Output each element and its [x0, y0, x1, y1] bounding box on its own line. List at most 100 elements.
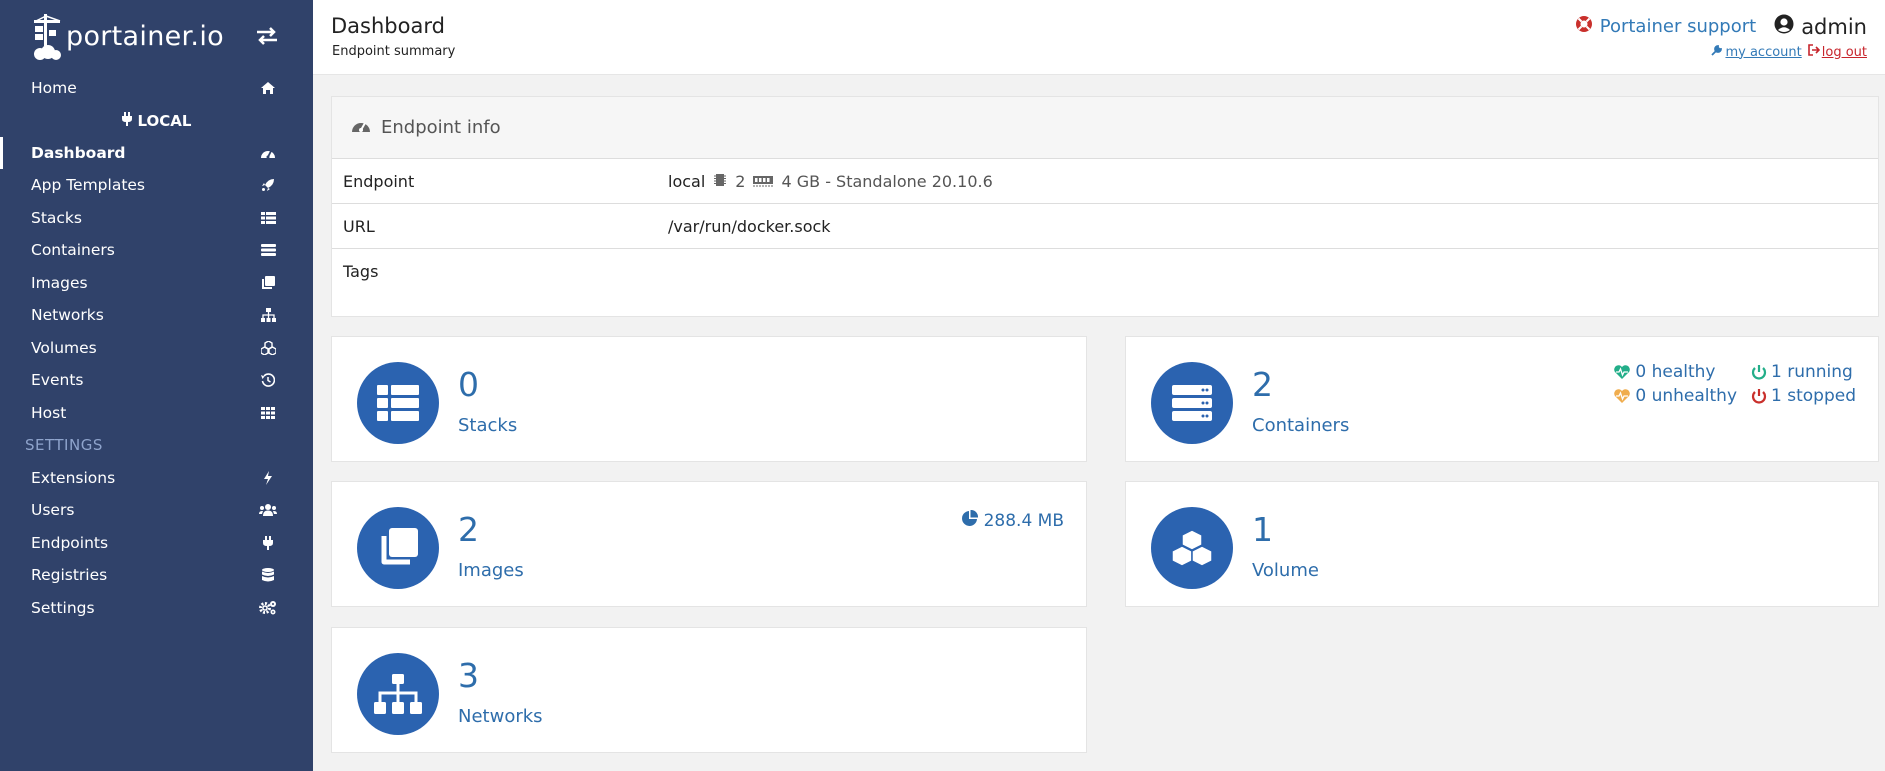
- th-list-icon: [259, 210, 277, 226]
- endpoint-name-label: LOCAL: [137, 111, 192, 130]
- rocket-icon: [259, 177, 277, 193]
- sidebar-item-app-templates[interactable]: App Templates: [0, 169, 313, 202]
- images-label: Images: [458, 560, 524, 581]
- life-ring-icon: [1575, 15, 1593, 38]
- plug-icon: [121, 111, 132, 130]
- power-off-icon: [1751, 364, 1767, 380]
- stopped-status: 1 stopped: [1751, 386, 1856, 406]
- account-links: my account log out: [1711, 44, 1867, 60]
- endpoint-name: LOCAL: [0, 105, 313, 137]
- sidebar-item-settings[interactable]: Settings: [0, 592, 313, 625]
- containers-widget[interactable]: 2 Containers 0 healthy 1 running 0 unhea…: [1125, 336, 1879, 462]
- images-widget-icon: [357, 507, 439, 589]
- sidebar-item-dashboard[interactable]: Dashboard: [0, 136, 313, 169]
- sidebar-item-volumes[interactable]: Volumes: [0, 332, 313, 365]
- stacks-widget-icon: [357, 362, 439, 444]
- user-circle-icon: [1774, 14, 1794, 39]
- sidebar-item-events[interactable]: Events: [0, 364, 313, 397]
- sidebar-item-extensions[interactable]: Extensions: [0, 462, 313, 495]
- images-widget[interactable]: 2 Images 288.4 MB: [331, 481, 1087, 607]
- images-count: 2: [458, 510, 479, 549]
- brand-name[interactable]: portainer.io: [66, 21, 224, 52]
- page-subtitle: Endpoint summary: [332, 44, 456, 59]
- sidebar-item-endpoints[interactable]: Endpoints: [0, 527, 313, 560]
- sidebar-item-label: Images: [31, 273, 88, 292]
- brand: portainer.io: [0, 0, 313, 72]
- my-account-link[interactable]: my account: [1711, 44, 1802, 60]
- cpu-count: 2: [735, 171, 746, 191]
- sidebar-item-label: App Templates: [31, 176, 146, 195]
- containers-widget-icon: [1151, 362, 1233, 444]
- dashboard-icon: [259, 145, 277, 161]
- volumes-widget[interactable]: 1 Volume: [1125, 481, 1879, 607]
- page-header: Dashboard Endpoint summary Portainer sup…: [313, 0, 1885, 75]
- networks-widget-icon: [357, 653, 439, 735]
- sitemap-icon: [259, 307, 277, 323]
- networks-count: 3: [458, 656, 479, 695]
- tachometer-icon: [351, 117, 371, 138]
- clone-icon: [259, 275, 277, 291]
- page-title: Dashboard: [331, 14, 445, 38]
- container-status-summary: 0 healthy 1 running 0 unhealthy 1 stoppe…: [1613, 362, 1856, 406]
- sidebar-item-label: Users: [31, 501, 75, 520]
- endpoint-row: Endpoint local 2 4 GB - Standalone 20.10…: [332, 159, 1878, 204]
- username: admin: [1801, 14, 1867, 39]
- heartbeat-icon: [1613, 388, 1631, 404]
- stacks-label: Stacks: [458, 415, 518, 436]
- settings-section-title: SETTINGS: [25, 436, 103, 455]
- sidebar-item-home[interactable]: Home: [0, 72, 313, 105]
- row-key: Endpoint: [343, 171, 415, 191]
- sidebar-item-label: Containers: [31, 241, 115, 260]
- healthy-status: 0 healthy: [1613, 362, 1737, 382]
- networks-widget[interactable]: 3 Networks: [331, 627, 1087, 753]
- volumes-widget-icon: [1151, 507, 1233, 589]
- log-out-link[interactable]: log out: [1807, 44, 1867, 60]
- row-key: URL: [343, 216, 375, 236]
- stacks-widget[interactable]: 0 Stacks: [331, 336, 1087, 462]
- sidebar-item-label: Settings: [31, 598, 95, 617]
- home-icon: [259, 80, 277, 96]
- unhealthy-status: 0 unhealthy: [1613, 386, 1737, 406]
- sidebar-item-containers[interactable]: Containers: [0, 234, 313, 267]
- server-icon: [259, 242, 277, 258]
- portainer-support-link[interactable]: Portainer support: [1575, 15, 1756, 38]
- row-key: Tags: [343, 261, 379, 281]
- sidebar-item-registries[interactable]: Registries: [0, 559, 313, 592]
- volumes-label: Volume: [1252, 560, 1319, 581]
- endpoint-name-value: local: [668, 171, 706, 191]
- sidebar-item-images[interactable]: Images: [0, 267, 313, 300]
- sidebar-item-label: Host: [31, 403, 67, 422]
- users-icon: [259, 502, 277, 518]
- sidebar-item-label: Events: [31, 371, 84, 390]
- sidebar-item-host[interactable]: Host: [0, 397, 313, 430]
- url-value: /var/run/docker.sock: [668, 216, 831, 236]
- header-right: Portainer support admin: [1575, 14, 1867, 39]
- support-label: Portainer support: [1599, 16, 1757, 37]
- stacks-count: 0: [458, 365, 479, 404]
- portainer-logo-icon[interactable]: [30, 10, 64, 62]
- sidebar: portainer.io Home LOCAL Dashboard App Te…: [0, 0, 313, 771]
- images-size: 288.4 MB: [961, 509, 1064, 532]
- images-size-value: 288.4 MB: [983, 511, 1064, 531]
- panel-header: Endpoint info: [332, 97, 1878, 159]
- networks-label: Networks: [458, 706, 543, 727]
- sidebar-item-label: Home: [31, 79, 77, 98]
- user-menu: admin: [1774, 14, 1867, 39]
- url-row: URL /var/run/docker.sock: [332, 204, 1878, 249]
- sidebar-item-networks[interactable]: Networks: [0, 299, 313, 332]
- containers-label: Containers: [1252, 415, 1350, 436]
- power-off-icon: [1751, 388, 1767, 404]
- th-icon: [259, 405, 277, 421]
- microchip-icon: [713, 172, 727, 191]
- wrench-icon: [1711, 44, 1723, 60]
- sign-out-icon: [1807, 44, 1820, 60]
- sidebar-toggle-icon[interactable]: [255, 26, 279, 46]
- sidebar-item-label: Stacks: [31, 208, 82, 227]
- bolt-icon: [259, 470, 277, 486]
- cogs-icon: [259, 600, 277, 616]
- heartbeat-icon: [1613, 364, 1631, 380]
- database-icon: [259, 567, 277, 583]
- sidebar-item-users[interactable]: Users: [0, 494, 313, 527]
- sidebar-item-stacks[interactable]: Stacks: [0, 202, 313, 235]
- sidebar-item-label: Endpoints: [31, 533, 109, 552]
